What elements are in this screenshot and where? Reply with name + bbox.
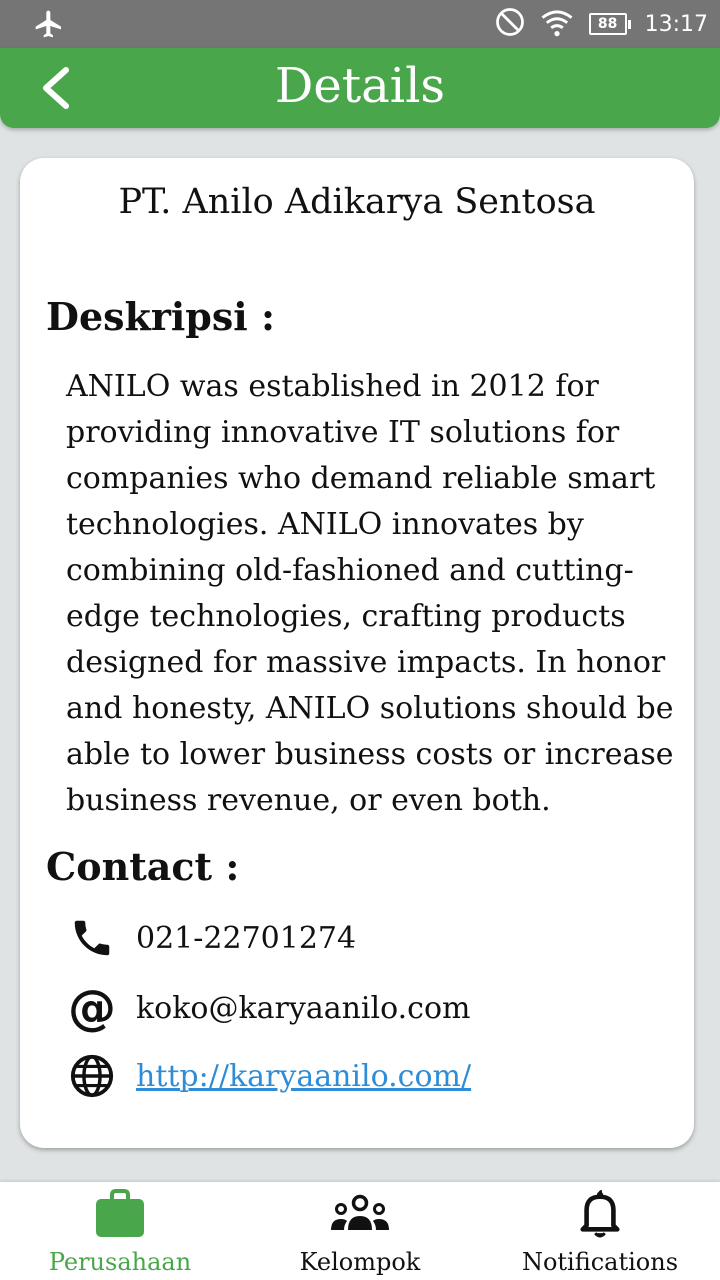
battery-icon: 88: [588, 13, 631, 35]
contact-phone: 021-22701274: [136, 920, 357, 956]
wifi-icon: [539, 6, 575, 42]
svg-text:@: @: [68, 982, 116, 1034]
status-time: 13:17: [644, 11, 708, 37]
nav-item-kelompok[interactable]: Kelompok: [240, 1182, 480, 1280]
nav-label-perusahaan: Perusahaan: [48, 1248, 192, 1276]
contact-website-link[interactable]: http://karyaanilo.com/: [136, 1059, 471, 1094]
status-bar: 88 13:17: [0, 0, 720, 48]
do-not-disturb-icon: [495, 7, 525, 41]
at-sign-icon: @: [66, 982, 118, 1034]
contact-email-row[interactable]: @ koko@karyaanilo.com: [66, 982, 471, 1034]
nav-item-notifications[interactable]: Notifications: [480, 1182, 720, 1280]
contact-phone-row[interactable]: 021-22701274: [66, 912, 356, 964]
description-heading: Deskripsi :: [46, 294, 275, 339]
nav-item-perusahaan[interactable]: Perusahaan: [0, 1182, 240, 1280]
app-bar: Details: [0, 48, 720, 128]
description-text: ANILO was established in 2012 for provid…: [66, 369, 674, 818]
battery-level: 88: [588, 13, 627, 35]
page-title: Details: [274, 58, 446, 114]
bell-icon: [577, 1188, 623, 1240]
nav-label-notifications: Notifications: [521, 1248, 679, 1276]
airplane-mode-icon: [32, 8, 66, 40]
contact-website-row[interactable]: http://karyaanilo.com/: [66, 1050, 471, 1102]
globe-icon: [66, 1050, 118, 1102]
details-card: PT. Anilo Adikarya Sentosa Deskripsi : A…: [20, 158, 694, 1148]
bottom-navigation: Perusahaan Kelompok Notifications: [0, 1182, 720, 1280]
briefcase-icon: [94, 1188, 146, 1240]
phone-icon: [66, 912, 118, 964]
contact-heading: Contact :: [46, 844, 240, 889]
contact-email: koko@karyaanilo.com: [136, 990, 471, 1026]
company-name: PT. Anilo Adikarya Sentosa: [118, 182, 596, 222]
group-icon: [329, 1188, 391, 1240]
nav-label-kelompok: Kelompok: [299, 1248, 421, 1276]
